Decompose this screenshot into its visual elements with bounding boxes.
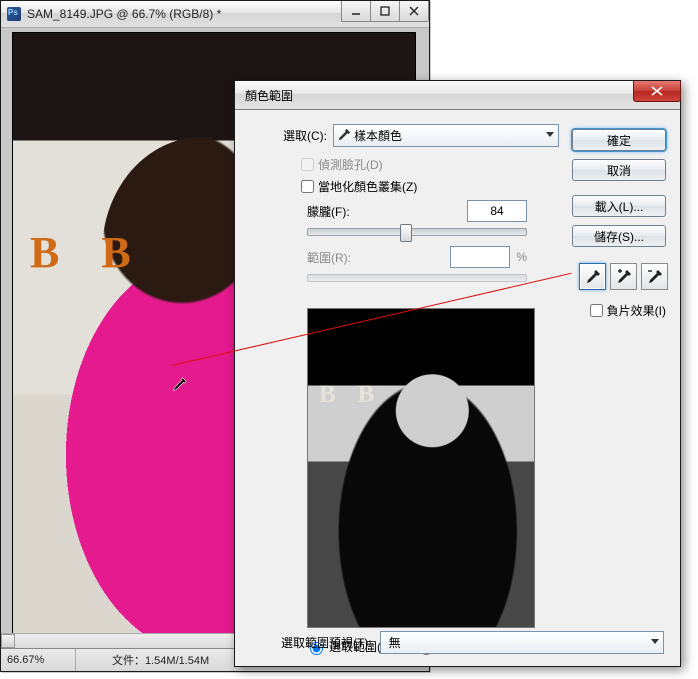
minimize-button[interactable] bbox=[341, 1, 371, 22]
meta-value: 1.54M/1.54M bbox=[145, 655, 209, 667]
eyedropper-tools bbox=[579, 263, 668, 290]
fuzziness-input[interactable] bbox=[467, 200, 527, 222]
eyedropper-icon bbox=[337, 128, 351, 142]
preview-letters: BB bbox=[319, 381, 396, 409]
close-button[interactable] bbox=[399, 1, 429, 22]
dialog-close-button[interactable] bbox=[633, 81, 681, 102]
zoom-level[interactable]: 66.67% bbox=[1, 649, 76, 671]
select-value: 樣本顏色 bbox=[354, 127, 402, 144]
eyedropper-tool[interactable] bbox=[579, 263, 606, 290]
localized-clusters-label: 當地化顏色叢集(Z) bbox=[318, 178, 417, 195]
eyedropper-subtract-tool[interactable] bbox=[641, 263, 668, 290]
localized-clusters-input[interactable] bbox=[301, 180, 314, 193]
maximize-button[interactable] bbox=[370, 1, 400, 22]
invert-input[interactable] bbox=[590, 304, 603, 317]
selection-preview-label: 選取範圍預視(T): bbox=[281, 634, 372, 651]
selection-preview[interactable]: BB bbox=[307, 308, 535, 628]
dialog-button-column: 確定 取消 載入(L)... 儲存(S)... bbox=[572, 129, 666, 247]
range-slider bbox=[307, 274, 527, 282]
background-letters: BB bbox=[30, 227, 173, 278]
detect-faces-label: 偵測臉孔(D) bbox=[318, 156, 383, 173]
color-range-dialog: 顏色範圍 選取(C): 樣本顏色 偵測臉孔(D) 當地化顏色叢集(Z) bbox=[234, 80, 681, 667]
range-input bbox=[450, 246, 510, 268]
invert-label: 負片效果(I) bbox=[607, 302, 666, 319]
document-titlebar[interactable]: SAM_8149.JPG @ 66.7% (RGB/8) * bbox=[1, 1, 429, 28]
range-unit: % bbox=[516, 250, 527, 264]
chevron-down-icon bbox=[651, 639, 659, 644]
eyedropper-icon bbox=[585, 269, 601, 285]
document-title: SAM_8149.JPG @ 66.7% (RGB/8) * bbox=[27, 7, 342, 21]
selection-preview-combobox[interactable]: 無 bbox=[380, 631, 664, 654]
save-button[interactable]: 儲存(S)... bbox=[572, 225, 666, 247]
eyedropper-add-tool[interactable] bbox=[610, 263, 637, 290]
detect-faces-input bbox=[301, 158, 314, 171]
load-button[interactable]: 載入(L)... bbox=[572, 195, 666, 217]
cancel-button[interactable]: 取消 bbox=[572, 159, 666, 181]
select-label: 選取(C): bbox=[283, 127, 327, 144]
range-label: 範圍(R): bbox=[307, 249, 351, 266]
ok-button[interactable]: 確定 bbox=[572, 129, 666, 151]
selection-preview-value: 無 bbox=[389, 634, 401, 651]
invert-checkbox[interactable]: 負片效果(I) bbox=[586, 301, 666, 320]
eyedropper-minus-icon bbox=[647, 269, 663, 285]
dialog-title: 顏色範圍 bbox=[235, 87, 633, 104]
dialog-titlebar[interactable]: 顏色範圍 bbox=[235, 81, 680, 110]
fuzziness-label: 朦朧(F): bbox=[307, 203, 350, 220]
fuzziness-slider[interactable] bbox=[307, 228, 527, 236]
eyedropper-plus-icon bbox=[616, 269, 632, 285]
meta-label: 文件： bbox=[112, 655, 145, 667]
eyedropper-cursor-icon bbox=[170, 376, 188, 394]
select-combobox[interactable]: 樣本顏色 bbox=[333, 124, 559, 147]
chevron-down-icon bbox=[546, 132, 554, 137]
document-meta: 文件：1.54M/1.54M bbox=[76, 652, 209, 668]
fuzziness-slider-thumb[interactable] bbox=[400, 224, 412, 242]
photoshop-icon bbox=[7, 7, 21, 21]
